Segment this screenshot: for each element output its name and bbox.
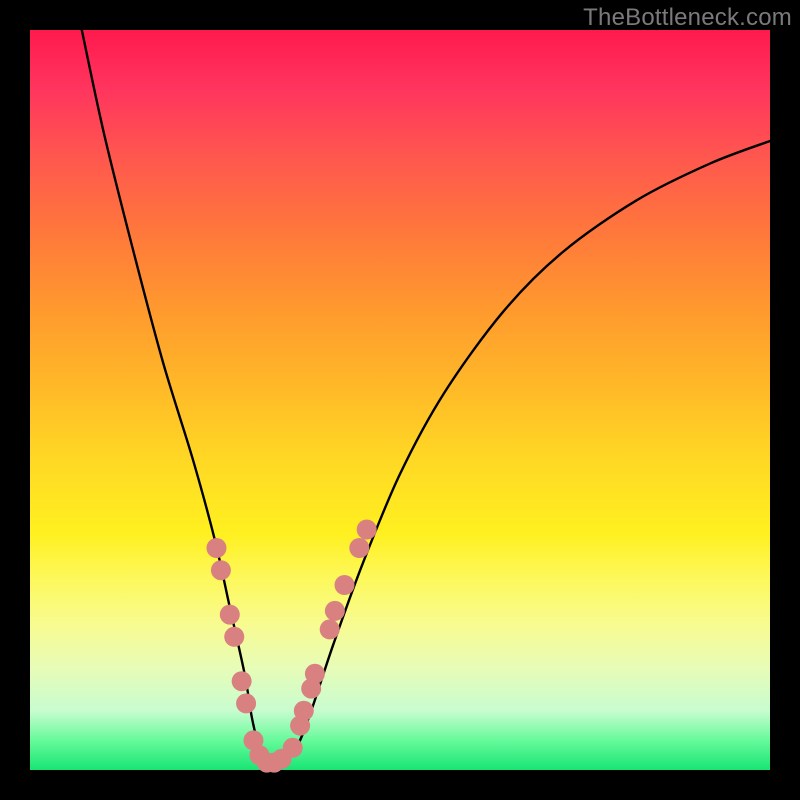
bead-marker [349, 538, 369, 558]
bead-marker [224, 627, 244, 647]
chart-frame: TheBottleneck.com [0, 0, 800, 800]
bead-marker [206, 538, 226, 558]
bead-marker [236, 693, 256, 713]
bead-marker [305, 664, 325, 684]
bead-marker [294, 701, 314, 721]
bead-marker [232, 671, 252, 691]
bead-marker [220, 605, 240, 625]
chart-svg [30, 30, 770, 770]
marker-layer [206, 520, 376, 773]
bead-marker [357, 520, 377, 540]
bead-marker [320, 619, 340, 639]
bead-marker [283, 738, 303, 758]
bead-marker [335, 575, 355, 595]
curve-layer [82, 30, 770, 770]
bead-marker [325, 601, 345, 621]
bottleneck-curve [82, 30, 770, 770]
watermark-text: TheBottleneck.com [583, 4, 792, 32]
bead-marker [211, 560, 231, 580]
